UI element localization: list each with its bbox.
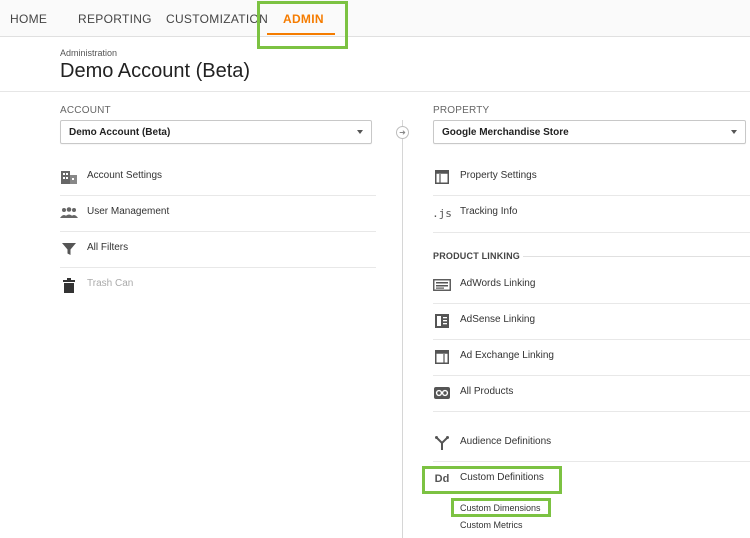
user-management-label: User Management (87, 206, 170, 217)
chevron-down-icon (731, 130, 737, 134)
custom-metrics-link[interactable]: Custom Metrics (460, 520, 523, 530)
trash-icon (60, 277, 78, 293)
adexchange-icon (433, 349, 451, 365)
property-item-settings[interactable]: Property Settings (433, 160, 750, 196)
fork-icon (433, 435, 451, 451)
users-icon (60, 205, 78, 221)
property-settings-label: Property Settings (460, 170, 537, 181)
all-filters-label: All Filters (87, 242, 129, 253)
product-link-all-products[interactable]: All Products (433, 376, 750, 412)
property-select[interactable]: Google Merchandise Store (433, 120, 746, 144)
audience-definitions-label: Audience Definitions (460, 436, 552, 447)
highlight-box-admin (257, 1, 348, 49)
property-select-value: Google Merchandise Store (442, 127, 569, 138)
window-icon (433, 169, 451, 185)
trash-can-label: Trash Can (87, 278, 134, 289)
separator (433, 232, 750, 233)
account-select-value: Demo Account (Beta) (69, 127, 171, 138)
filter-icon (60, 241, 78, 257)
tab-reporting[interactable]: REPORTING (78, 12, 152, 26)
infinity-icon (433, 385, 451, 401)
product-link-adwords[interactable]: AdWords Linking (433, 268, 750, 304)
adwords-linking-label: AdWords Linking (460, 278, 536, 289)
ad-exchange-linking-label: Ad Exchange Linking (460, 350, 554, 361)
product-link-adsense[interactable]: AdSense Linking (433, 304, 750, 340)
adwords-icon (433, 277, 451, 293)
account-column-label: ACCOUNT (60, 105, 111, 116)
highlight-box-custom-definitions (422, 466, 562, 494)
highlight-box-custom-dimensions (451, 498, 551, 517)
page-header: Administration Demo Account (Beta) (0, 38, 750, 92)
tab-customization[interactable]: CUSTOMIZATION (166, 12, 268, 26)
column-divider (402, 120, 403, 538)
account-item-trash-can[interactable]: Trash Can (60, 268, 376, 304)
all-products-label: All Products (460, 386, 514, 397)
tracking-info-label: Tracking Info (460, 206, 518, 217)
adsense-linking-label: AdSense Linking (460, 314, 536, 325)
property-item-tracking-info[interactable]: .js Tracking Info (432, 196, 750, 232)
property-column-label: PROPERTY (433, 105, 490, 116)
section-rule (523, 256, 750, 257)
adsense-icon (433, 313, 451, 329)
breadcrumb: Administration (60, 48, 118, 58)
account-settings-label: Account Settings (87, 170, 163, 181)
tab-home[interactable]: HOME (10, 12, 47, 26)
building-icon (60, 169, 78, 185)
product-link-ad-exchange[interactable]: Ad Exchange Linking (433, 340, 750, 376)
account-item-all-filters[interactable]: All Filters (60, 232, 376, 268)
js-icon: .js (432, 206, 452, 220)
product-linking-heading: PRODUCT LINKING (433, 251, 520, 261)
chevron-down-icon (357, 130, 363, 134)
account-item-user-management[interactable]: User Management (60, 196, 376, 232)
account-item-settings[interactable]: Account Settings (60, 160, 376, 196)
property-item-audience-definitions[interactable]: Audience Definitions (433, 426, 750, 462)
page-title: Demo Account (Beta) (60, 60, 251, 82)
account-select[interactable]: Demo Account (Beta) (60, 120, 372, 144)
top-nav: HOME REPORTING CUSTOMIZATION ADMIN (0, 0, 750, 37)
arrow-right-icon[interactable]: ➜ (396, 126, 409, 139)
